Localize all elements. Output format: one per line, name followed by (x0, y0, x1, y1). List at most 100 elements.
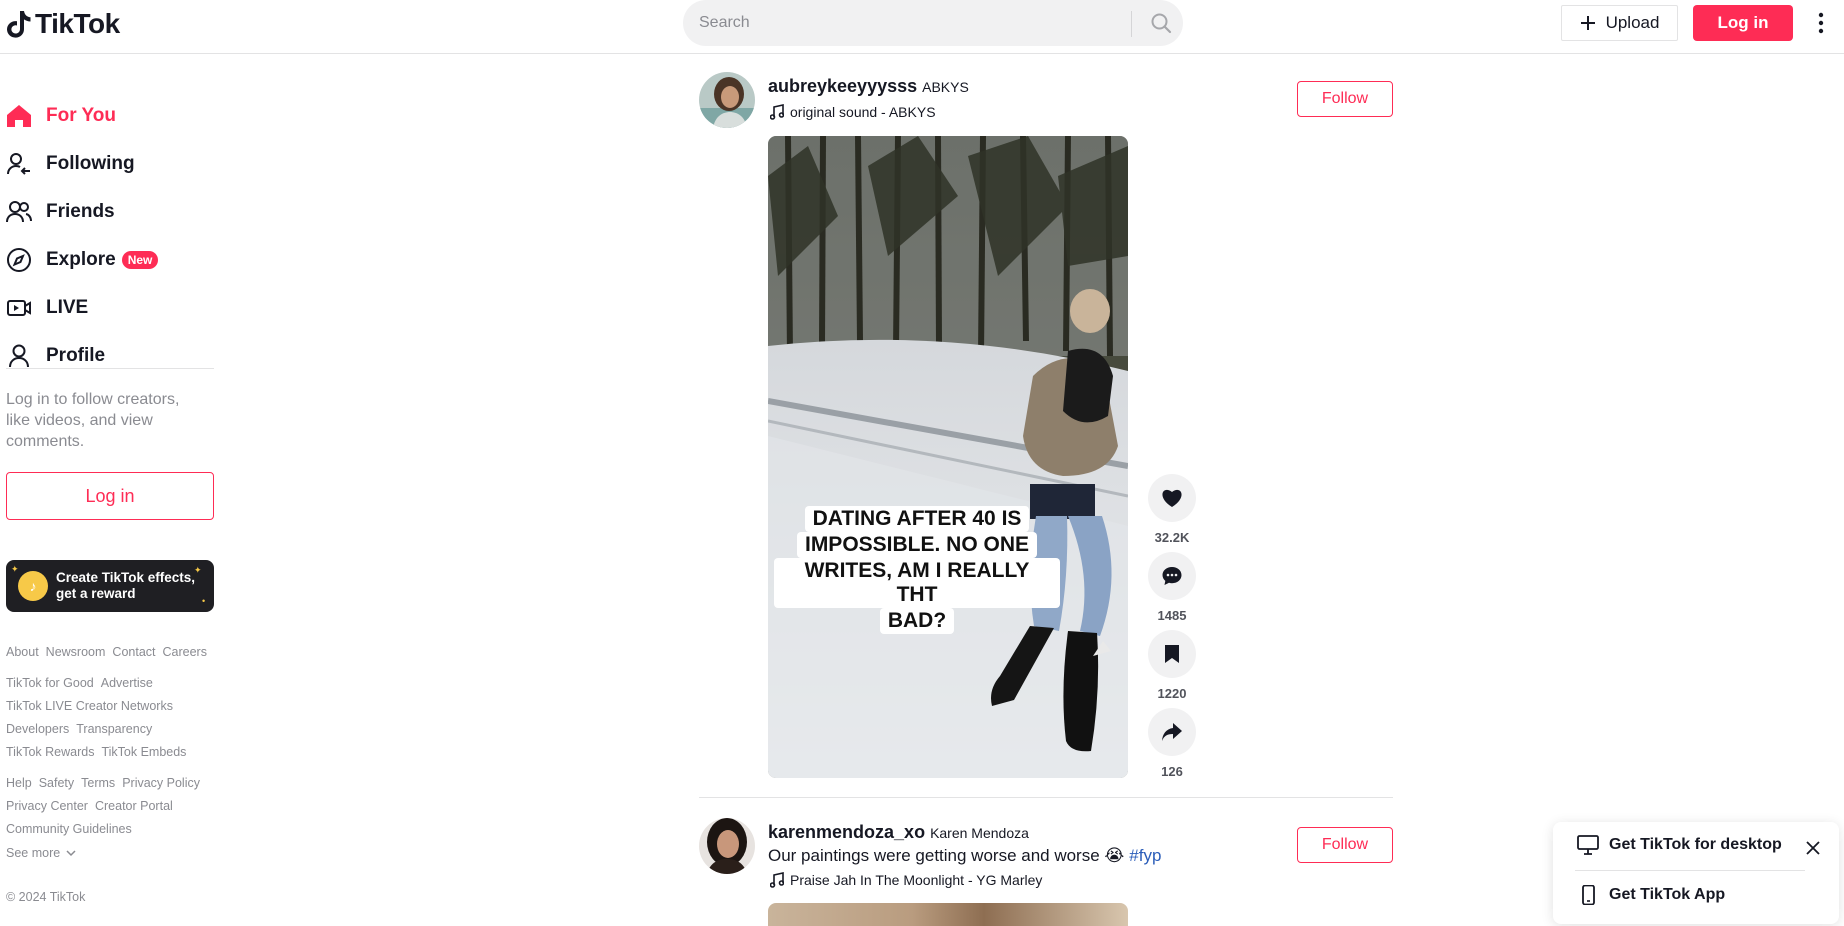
post-author: aubreykeeyyysss ABKYS (768, 76, 969, 97)
tiktok-coin-icon: ♪ (18, 571, 48, 601)
follow-button[interactable]: Follow (1297, 827, 1393, 863)
sidebar-item-profile[interactable]: Profile (6, 336, 105, 376)
video-overlay-caption: DATING AFTER 40 IS IMPOSSIBLE. NO ONE WR… (774, 506, 1060, 634)
music-link[interactable]: Praise Jah In The Moonlight - YG Marley (770, 872, 1042, 888)
footer-link[interactable]: Privacy Center (6, 799, 88, 813)
more-menu-button[interactable] (1812, 9, 1830, 37)
sidebar-item-friends[interactable]: Friends (6, 192, 115, 232)
search-divider (1131, 11, 1132, 37)
comment-count: 1485 (1157, 608, 1187, 623)
footer-links-row: TikTok Rewards TikTok Embeds (6, 745, 186, 759)
footer-link[interactable]: Help (6, 776, 32, 790)
get-app-popup: Get TikTok for desktop Get TikTok App (1553, 822, 1839, 924)
sparkle-icon: ✦ (194, 565, 202, 575)
footer-link[interactable]: TikTok for Good (6, 676, 94, 690)
close-button[interactable] (1803, 838, 1823, 858)
see-more-link[interactable]: See more (6, 846, 76, 860)
comment-button[interactable] (1148, 552, 1196, 600)
footer-link[interactable]: Newsroom (46, 645, 106, 659)
nickname: ABKYS (922, 79, 969, 95)
sidebar-login-button[interactable]: Log in (6, 472, 214, 520)
footer-link[interactable]: Developers (6, 722, 69, 736)
share-icon (1162, 723, 1182, 741)
sidebar-item-explore[interactable]: Explore New (6, 240, 159, 280)
avatar[interactable] (699, 818, 755, 874)
post-caption: Our paintings were getting worse and wor… (768, 846, 1161, 866)
sidebar-item-label: LIVE (46, 297, 89, 318)
login-prompt: Log in to follow creators, like videos, … (6, 391, 180, 450)
explore-icon (6, 247, 32, 273)
hashtag-link[interactable]: #fyp (1129, 846, 1161, 866)
footer-link[interactable]: Advertise (101, 676, 153, 690)
caption-line: BAD? (879, 608, 955, 634)
search-input[interactable] (699, 0, 1139, 46)
save-button[interactable] (1148, 630, 1196, 678)
sparkle-icon: • (202, 596, 206, 606)
tiktok-logo[interactable]: TikTok (6, 8, 120, 40)
like-count: 32.2K (1154, 530, 1190, 545)
heart-icon (1162, 489, 1182, 507)
footer-link[interactable]: Community Guidelines (6, 822, 132, 836)
kebab-menu-icon (1818, 12, 1824, 34)
music-note-icon (770, 872, 784, 888)
sidebar-item-following[interactable]: Following (6, 144, 135, 184)
share-count: 126 (1161, 764, 1183, 779)
post-divider (699, 797, 1393, 798)
footer-links-row: Privacy Center Creator Portal (6, 799, 173, 813)
footer-link[interactable]: Terms (81, 776, 115, 790)
sidebar-item-label: Friends (46, 201, 115, 222)
footer-link[interactable]: TikTok Embeds (101, 745, 186, 759)
caption-line: WRITES, AM I REALLY THT (774, 558, 1060, 608)
username[interactable]: aubreykeeyyysss (768, 76, 917, 97)
close-icon (1806, 841, 1820, 855)
footer-link[interactable]: Careers (163, 645, 207, 659)
sidebar-item-label: Profile (46, 345, 106, 366)
video-player[interactable]: DATING AFTER 40 IS IMPOSSIBLE. NO ONE WR… (768, 136, 1128, 778)
footer-link[interactable]: Contact (112, 645, 155, 659)
caption-line: DATING AFTER 40 IS (804, 506, 1030, 532)
sidebar-item-label: For You (46, 105, 117, 126)
copyright: © 2024 TikTok (6, 890, 86, 904)
plus-icon (1580, 16, 1595, 30)
music-title: original sound - ABKYS (790, 104, 936, 120)
footer-link[interactable]: TikTok Rewards (6, 745, 94, 759)
following-icon (6, 151, 32, 177)
get-desktop-link[interactable]: Get TikTok for desktop (1577, 835, 1782, 855)
nickname: Karen Mendoza (930, 825, 1029, 841)
search-button[interactable] (1139, 0, 1183, 46)
footer-link[interactable]: TikTok LIVE Creator Networks (6, 699, 173, 713)
follow-button[interactable]: Follow (1297, 81, 1393, 117)
header-login-button[interactable]: Log in (1693, 5, 1793, 41)
get-app-link[interactable]: Get TikTok App (1577, 885, 1725, 905)
sidebar-item-live[interactable]: LIVE (6, 288, 88, 328)
friends-icon (6, 199, 32, 225)
like-action: 32.2K (1147, 474, 1197, 545)
video-player[interactable] (768, 903, 1128, 926)
save-count: 1220 (1157, 686, 1187, 701)
footer-link[interactable]: Safety (39, 776, 74, 790)
profile-icon (6, 343, 32, 369)
footer-links-row: Community Guidelines (6, 822, 132, 836)
footer-link[interactable]: Creator Portal (95, 799, 173, 813)
sidebar-item-label: Explore (46, 249, 116, 270)
music-note-icon (770, 104, 784, 120)
share-button[interactable] (1148, 708, 1196, 756)
username[interactable]: karenmendoza_xo (768, 822, 925, 843)
footer-links-row: TikTok LIVE Creator Networks (6, 699, 173, 713)
footer-link[interactable]: Privacy Policy (122, 776, 200, 790)
caption-line: IMPOSSIBLE. NO ONE (796, 532, 1038, 558)
effects-banner-text: Create TikTok effects, get a reward (56, 570, 196, 601)
avatar[interactable] (699, 72, 755, 128)
sidebar-item-for-you[interactable]: For You (6, 96, 116, 136)
get-desktop-label: Get TikTok for desktop (1609, 836, 1782, 853)
footer-links-row: Developers Transparency (6, 722, 152, 736)
get-app-label: Get TikTok App (1609, 886, 1726, 903)
upload-button[interactable]: Upload (1561, 5, 1678, 41)
footer-link[interactable]: About (6, 645, 39, 659)
like-button[interactable] (1148, 474, 1196, 522)
effects-reward-banner[interactable]: ✦ ✦ • ♪ Create TikTok effects, get a rew… (6, 560, 214, 612)
new-badge: New (121, 251, 159, 269)
save-action: 1220 (1147, 630, 1197, 701)
music-link[interactable]: original sound - ABKYS (770, 104, 936, 120)
footer-link[interactable]: Transparency (76, 722, 152, 736)
